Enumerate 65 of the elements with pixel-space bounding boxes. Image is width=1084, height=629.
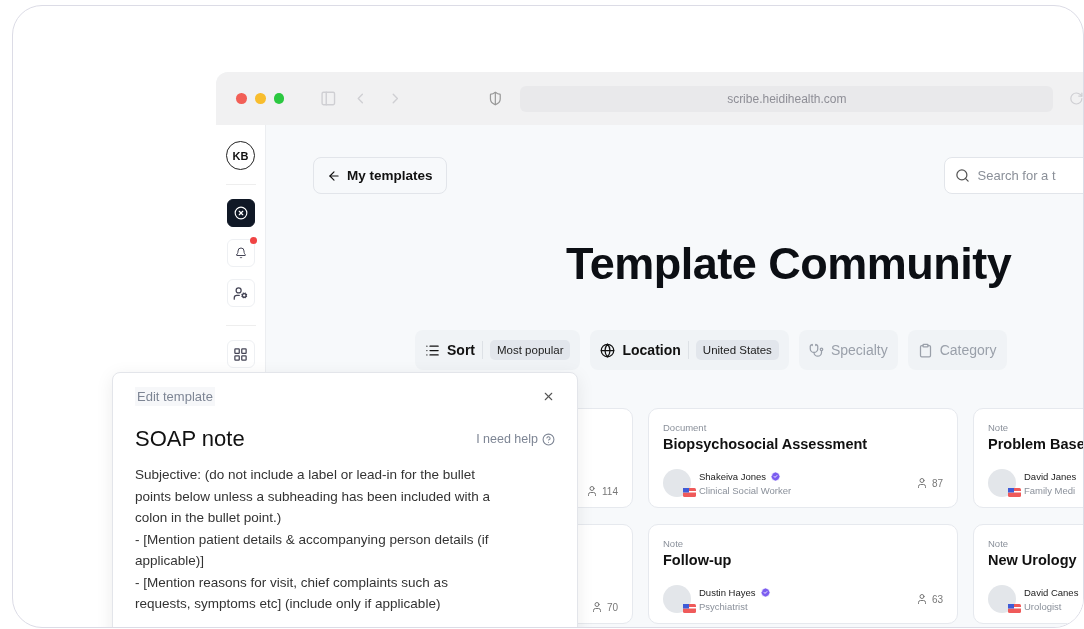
card-type: Note bbox=[988, 538, 1010, 549]
template-card[interactable]: Note New Urology David Canes Urologist bbox=[973, 524, 1083, 624]
author-role: Clinical Social Worker bbox=[699, 484, 792, 496]
card-title: New Urology bbox=[988, 552, 1078, 568]
template-text: Subjective: (do not include a label or lead-in for the bullet points below unless a subheading has been included with a colon in the bullet point.) bbox=[135, 466, 491, 527]
help-link[interactable]: I need help bbox=[476, 432, 555, 446]
close-button[interactable] bbox=[542, 390, 555, 403]
shield-icon bbox=[487, 91, 503, 106]
filter-label: Sort bbox=[447, 342, 475, 358]
filter-chip[interactable]: Sort Most popular bbox=[415, 330, 581, 370]
sidebar-toggle-icon[interactable] bbox=[319, 90, 337, 107]
search-icon bbox=[954, 168, 970, 183]
usage-count: 114 bbox=[586, 485, 618, 497]
template-card[interactable]: Note Follow-up Dustin Hayes Psychiatrist 63 bbox=[648, 524, 958, 624]
user-icon bbox=[915, 593, 928, 605]
flag-icon bbox=[1008, 488, 1021, 497]
template-text: - [Mention patient details & accompanying person details (if applicable)] bbox=[135, 530, 490, 570]
close-icon bbox=[542, 390, 555, 403]
page-title: Template Community bbox=[566, 238, 1013, 290]
grid-icon bbox=[233, 346, 248, 362]
filter-chip[interactable]: Location United States bbox=[590, 330, 789, 370]
help-icon bbox=[542, 432, 555, 446]
usage-count: 63 bbox=[915, 593, 943, 605]
flag-icon bbox=[1008, 604, 1021, 613]
author-name: David Canes bbox=[1024, 586, 1079, 598]
usage-count: 87 bbox=[915, 477, 943, 489]
maximize-dot[interactable] bbox=[273, 93, 285, 104]
user-icon bbox=[590, 601, 603, 613]
back-button[interactable]: My templates bbox=[313, 157, 447, 194]
author-name: Shakeiva Jones bbox=[699, 470, 767, 482]
template-text: - [Mention reasons for visit, chief complaints such as requests, symptoms etc] (include only if applicable) bbox=[135, 573, 449, 613]
card-title: Biopsychosocial Assessment bbox=[663, 436, 869, 452]
author-name: Dustin Hayes bbox=[699, 586, 756, 598]
user-icon bbox=[915, 477, 928, 489]
flag-icon bbox=[683, 604, 696, 613]
author-role: Urologist bbox=[1024, 600, 1063, 612]
bell-icon bbox=[234, 247, 247, 259]
list-icon bbox=[425, 342, 440, 358]
template-card[interactable]: Document Biopsychosocial Assessment Shakeiva Jones Clinical Social Worker 87 bbox=[648, 408, 958, 508]
clipboard-icon bbox=[917, 342, 933, 358]
card-title: Follow-up bbox=[663, 552, 733, 568]
card-type: Note bbox=[663, 538, 685, 549]
author-role: Psychiatrist bbox=[699, 600, 749, 612]
globe-icon bbox=[600, 342, 616, 358]
filter-label: Specialty bbox=[830, 342, 888, 358]
template-title: SOAP note bbox=[135, 426, 245, 452]
flag-icon bbox=[683, 488, 696, 497]
search-field[interactable]: Search for a t bbox=[943, 157, 1083, 194]
card-type: Note bbox=[988, 422, 1010, 433]
user-settings-icon bbox=[233, 285, 248, 301]
author-role: Family Medi bbox=[1024, 484, 1077, 496]
minimize-dot[interactable] bbox=[254, 93, 266, 104]
close-dot[interactable] bbox=[236, 93, 247, 104]
user-icon bbox=[586, 485, 599, 497]
sidebar-button[interactable] bbox=[226, 199, 255, 227]
filter-label: Category bbox=[939, 342, 997, 358]
panel-label: Edit template bbox=[135, 387, 215, 406]
filter-value: Most popular bbox=[490, 340, 571, 360]
circle-x-icon bbox=[233, 206, 248, 220]
author-name: David Janes bbox=[1024, 470, 1077, 482]
filter-value: United States bbox=[695, 340, 779, 360]
stethoscope-icon bbox=[808, 342, 824, 358]
usage-count: 70 bbox=[590, 601, 618, 613]
card-type: Document bbox=[663, 422, 708, 433]
filter-label: Location bbox=[622, 342, 681, 358]
